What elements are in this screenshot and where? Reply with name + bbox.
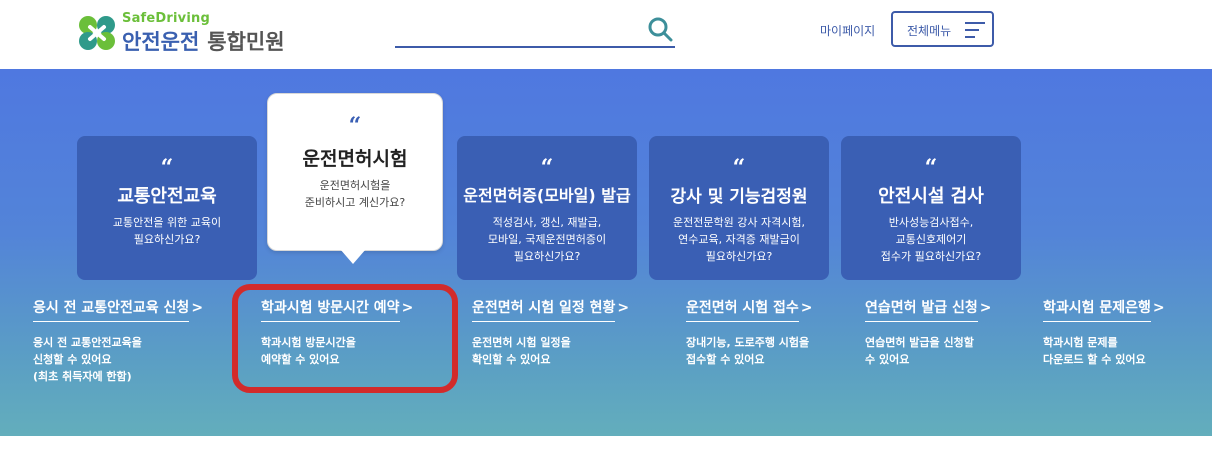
link-desc-line: 장내기능, 도로주행 시험을	[686, 336, 810, 349]
link-desc-line: 학과시험 문제를	[1043, 336, 1118, 349]
card-desc-line: 교통안전을 위한 교육이	[112, 216, 222, 229]
link-pre-exam-education[interactable]: 응시 전 교통안전교육 신청 > 응시 전 교통안전교육을 신청할 수 있어요 (…	[33, 297, 203, 385]
quote-icon: “	[160, 155, 174, 181]
link-desc-line: (최초 취득자에 한함)	[33, 370, 132, 383]
link-title[interactable]: 응시 전 교통안전교육 신청	[33, 297, 190, 322]
highlight-annotation	[232, 284, 458, 393]
card-desc-line: 필요하신가요?	[513, 250, 581, 263]
quote-icon: “	[348, 113, 362, 139]
card-desc-line: 적성검사, 갱신, 재발급,	[492, 216, 602, 229]
card-traffic-safety-education[interactable]: “ 교통안전교육 교통안전을 위한 교육이 필요하신가요?	[77, 136, 257, 280]
search-bar	[395, 12, 675, 48]
card-instructor-examiner[interactable]: “ 강사 및 기능검정원 운전전문학원 강사 자격시험, 연수교육, 자격증 재…	[649, 136, 829, 280]
card-title: 안전시설 검사	[878, 186, 984, 207]
hamburger-icon	[965, 22, 985, 38]
link-title[interactable]: 운전면허 시험 일정 현황	[472, 297, 616, 322]
link-description: 응시 전 교통안전교육을 신청할 수 있어요 (최초 취득자에 한함)	[33, 334, 203, 385]
card-desc-line: 운전면허시험을	[319, 179, 391, 192]
card-title: 운전면허증(모바일) 발급	[463, 186, 631, 205]
card-license-issuance[interactable]: “ 운전면허증(모바일) 발급 적성검사, 갱신, 재발급, 모바일, 국제운전…	[457, 136, 637, 280]
chevron-right-icon: >	[617, 300, 630, 316]
full-menu-button[interactable]: 전체메뉴	[891, 11, 994, 47]
card-desc-line: 모바일, 국제운전면허증이	[487, 233, 607, 246]
link-desc-line: 신청할 수 있어요	[33, 353, 112, 366]
link-exam-schedule[interactable]: 운전면허 시험 일정 현황 > 운전면허 시험 일정을 확인할 수 있어요	[472, 297, 629, 368]
link-learner-license[interactable]: 연습면허 발급 신청 > 연습면허 발급을 신청할 수 있어요	[865, 297, 992, 368]
link-title[interactable]: 연습면허 발급 신청	[865, 297, 978, 322]
card-description: 교통안전을 위한 교육이 필요하신가요?	[83, 214, 251, 248]
link-exam-application[interactable]: 운전면허 시험 접수 > 장내기능, 도로주행 시험을 접수할 수 있어요	[686, 297, 813, 368]
search-input[interactable]	[395, 12, 635, 46]
link-desc-line: 수 있어요	[865, 353, 910, 366]
card-desc-line: 접수가 필요하신가요?	[880, 250, 982, 263]
card-desc-line: 필요하신가요?	[133, 233, 201, 246]
link-desc-line: 응시 전 교통안전교육을	[33, 336, 142, 349]
link-desc-line: 운전면허 시험 일정을	[472, 336, 571, 349]
card-description: 운전면허시험을 준비하시고 계신가요?	[274, 177, 436, 211]
card-desc-line: 교통신호제어기	[895, 233, 967, 246]
chevron-right-icon: >	[979, 300, 992, 316]
link-description: 장내기능, 도로주행 시험을 접수할 수 있어요	[686, 334, 813, 368]
card-desc-line: 연수교육, 자격증 재발급이	[678, 233, 800, 246]
clover-logo-icon	[79, 16, 115, 50]
link-description: 운전면허 시험 일정을 확인할 수 있어요	[472, 334, 629, 368]
quote-icon: “	[540, 155, 554, 181]
card-safety-facility-inspection[interactable]: “ 안전시설 검사 반사성능검사접수, 교통신호제어기 접수가 필요하신가요?	[841, 136, 1021, 280]
quote-icon: “	[732, 155, 746, 181]
card-title: 교통안전교육	[117, 186, 217, 207]
mypage-link[interactable]: 마이페이지	[820, 22, 875, 39]
service-banner: “ 교통안전교육 교통안전을 위한 교육이 필요하신가요? “ 운전면허시험 운…	[0, 69, 1212, 436]
card-title: 강사 및 기능검정원	[670, 187, 808, 207]
site-header: SafeDriving 안전운전 통합민원 마이페이지 전체메뉴	[0, 0, 1212, 69]
card-desc-line: 운전전문학원 강사 자격시험,	[673, 216, 805, 229]
link-title[interactable]: 학과시험 문제은행	[1043, 297, 1151, 322]
full-menu-label: 전체메뉴	[907, 24, 952, 38]
card-license-exam[interactable]: “ 운전면허시험 운전면허시험을 준비하시고 계신가요?	[267, 93, 443, 251]
search-icon[interactable]	[647, 16, 673, 42]
card-desc-line: 반사성능검사접수,	[888, 216, 974, 229]
chevron-right-icon: >	[191, 300, 204, 316]
link-desc-line: 접수할 수 있어요	[686, 353, 765, 366]
link-question-bank[interactable]: 학과시험 문제은행 > 학과시험 문제를 다운로드 할 수 있어요	[1043, 297, 1165, 368]
card-title: 운전면허시험	[302, 148, 408, 170]
logo-main-text: 안전운전	[122, 30, 200, 54]
link-description: 학과시험 문제를 다운로드 할 수 있어요	[1043, 334, 1165, 368]
logo-sub-text: 통합민원	[207, 30, 285, 54]
quote-icon: “	[924, 155, 938, 181]
chevron-right-icon: >	[1152, 300, 1165, 316]
card-description: 반사성능검사접수, 교통신호제어기 접수가 필요하신가요?	[847, 214, 1015, 265]
card-desc-line: 준비하시고 계신가요?	[304, 196, 406, 209]
link-description: 연습면허 발급을 신청할 수 있어요	[865, 334, 992, 368]
card-desc-line: 필요하신가요?	[705, 250, 773, 263]
logo-english-text: SafeDriving	[122, 11, 210, 26]
link-desc-line: 확인할 수 있어요	[472, 353, 551, 366]
active-card-pointer	[340, 249, 366, 264]
card-description: 적성검사, 갱신, 재발급, 모바일, 국제운전면허증이 필요하신가요?	[463, 214, 631, 265]
logo-korean-text: 안전운전 통합민원	[122, 26, 285, 56]
chevron-right-icon: >	[800, 300, 813, 316]
card-description: 운전전문학원 강사 자격시험, 연수교육, 자격증 재발급이 필요하신가요?	[655, 214, 823, 265]
link-desc-line: 다운로드 할 수 있어요	[1043, 353, 1146, 366]
site-logo[interactable]: SafeDriving 안전운전 통합민원	[76, 10, 316, 58]
link-desc-line: 연습면허 발급을 신청할	[865, 336, 974, 349]
link-title[interactable]: 운전면허 시험 접수	[686, 297, 799, 322]
